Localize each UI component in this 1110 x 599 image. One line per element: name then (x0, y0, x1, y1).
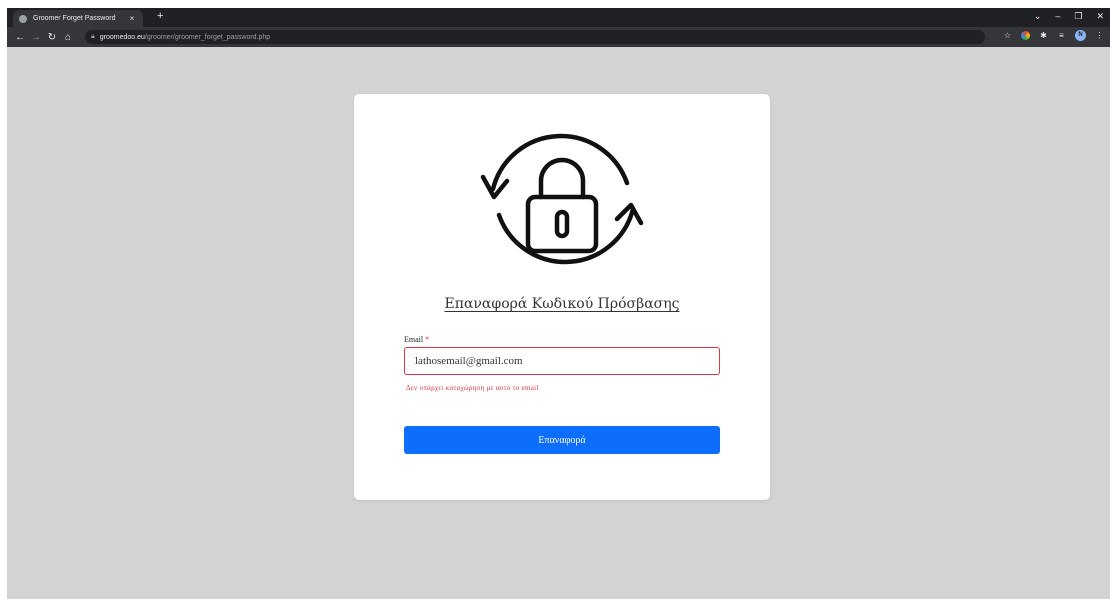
tab-search-icon[interactable]: ⌄ (1034, 11, 1042, 22)
new-tab-button[interactable]: + (157, 10, 163, 22)
page-title: Επαναφορά Κωδικού Πρόσβασης (444, 296, 680, 312)
url-path: /groomer/groomer_forget_password.php (144, 33, 271, 41)
reset-password-card: Επαναφορά Κωδικού Πρόσβασης Email * Δεν … (354, 94, 770, 500)
bookmark-star-icon[interactable]: ☆ (1003, 31, 1012, 40)
minimize-button[interactable]: – (1055, 11, 1060, 22)
favicon-icon (19, 14, 27, 23)
browser-toolbar: ← → ↻ ⌂ 🔒︎ groomedoo.eu /groomer/groomer… (7, 27, 1110, 47)
email-label: Email * (404, 335, 429, 344)
restore-button[interactable]: ❐ (1074, 11, 1082, 22)
email-field[interactable] (404, 347, 720, 375)
reload-button[interactable]: ↻ (45, 32, 59, 43)
tab-close-button[interactable]: × (127, 14, 137, 23)
back-button[interactable]: ← (13, 32, 27, 43)
profile-avatar[interactable]: N (1075, 30, 1086, 41)
reset-button[interactable]: Επαναφορά (404, 426, 720, 454)
site-lock-icon[interactable]: 🔒︎ (91, 33, 95, 41)
email-label-text: Email (404, 335, 424, 344)
color-extension-icon[interactable] (1021, 31, 1030, 40)
tab-strip: Groomer Forget Password × + ⌄ – ❐ ✕ (7, 8, 1110, 27)
home-button[interactable]: ⌂ (61, 32, 75, 43)
page-viewport: Επαναφορά Κωδικού Πρόσβασης Email * Δεν … (7, 47, 1110, 599)
lock-reset-icon (480, 133, 644, 265)
forward-button[interactable]: → (29, 32, 43, 43)
browser-tab[interactable]: Groomer Forget Password × (13, 10, 143, 27)
url-host: groomedoo.eu (99, 33, 145, 41)
reading-list-icon[interactable]: ≡ (1057, 31, 1066, 40)
tab-title: Groomer Forget Password (33, 15, 116, 22)
browser-window: Groomer Forget Password × + ⌄ – ❐ ✕ ← → … (7, 8, 1110, 599)
extension-area: ☆ ✱ ≡ N ⋮ (1003, 30, 1104, 41)
extensions-puzzle-icon[interactable]: ✱ (1039, 31, 1048, 40)
close-window-button[interactable]: ✕ (1096, 11, 1104, 22)
menu-kebab-icon[interactable]: ⋮ (1095, 31, 1104, 40)
email-error-message: Δεν υπάρχει καταχώρηση με αυτό το email (406, 384, 539, 392)
required-mark: * (425, 335, 430, 344)
address-bar[interactable]: 🔒︎ groomedoo.eu /groomer/groomer_forget_… (85, 30, 985, 44)
window-controls: ⌄ – ❐ ✕ (1034, 11, 1104, 22)
